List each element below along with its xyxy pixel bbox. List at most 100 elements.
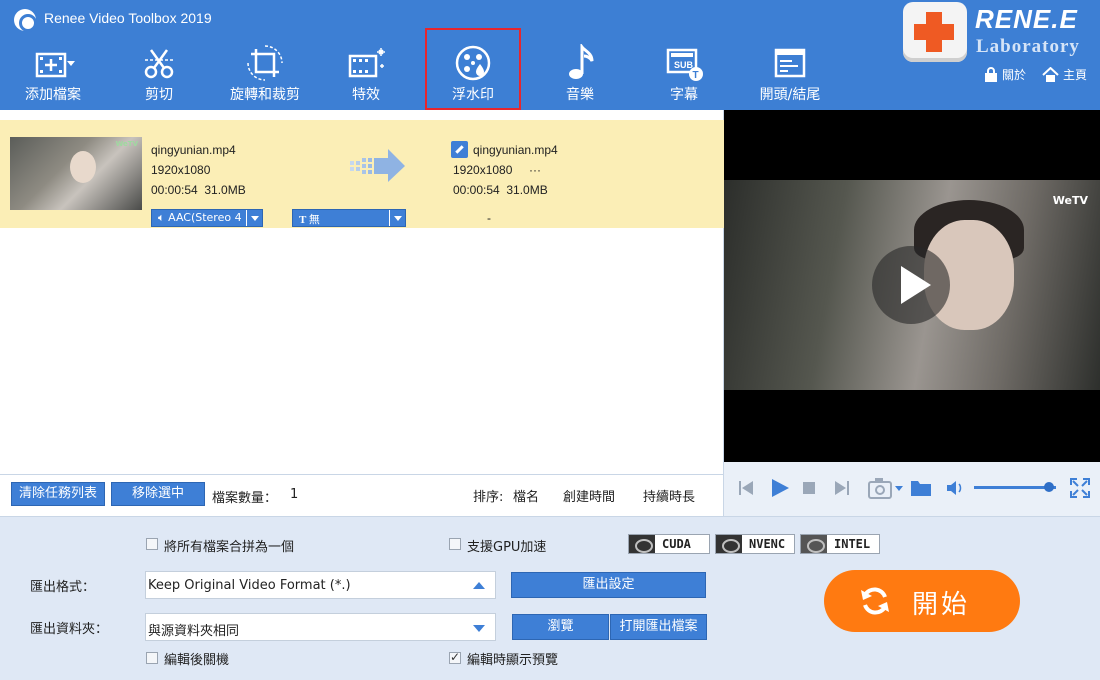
toolbar-label: 浮水印 bbox=[452, 87, 494, 103]
effects-film-icon bbox=[348, 48, 385, 78]
crop-rotate-icon bbox=[247, 45, 283, 81]
about-link[interactable]: 關於 bbox=[984, 66, 1026, 83]
file-count-label: 檔案數量： bbox=[212, 491, 278, 506]
refresh-icon bbox=[861, 587, 889, 615]
text-t-icon: T bbox=[299, 214, 309, 226]
volume-slider-handle[interactable] bbox=[1044, 482, 1055, 492]
nvidia-icon bbox=[716, 535, 742, 553]
source-file-name: qingyunian.mp4 bbox=[151, 143, 236, 157]
volume-icon[interactable] bbox=[946, 480, 964, 496]
toolbar-music[interactable]: 音樂 bbox=[552, 44, 608, 108]
toolbar-label: 添加檔案 bbox=[25, 87, 81, 103]
show-preview-checkbox[interactable] bbox=[449, 650, 461, 664]
chevron-down-icon bbox=[246, 210, 262, 226]
thumbnail-watermark: WeTV bbox=[115, 140, 138, 148]
shutdown-after-checkbox[interactable] bbox=[146, 652, 158, 664]
app-title: Renee Video Toolbox 2019 bbox=[44, 10, 212, 26]
video-preview: WeTV bbox=[724, 110, 1100, 462]
toolbar-cut[interactable]: 剪切 bbox=[124, 44, 194, 108]
brand-name: RENE.E bbox=[975, 4, 1078, 34]
play-overlay-button[interactable] bbox=[872, 246, 950, 324]
watermark-icon bbox=[455, 45, 491, 81]
more-options-button[interactable]: ··· bbox=[529, 163, 541, 177]
export-settings-button[interactable]: 匯出設定 bbox=[511, 572, 706, 598]
sort-by-duration[interactable]: 持續時長 bbox=[643, 486, 695, 505]
snapshot-camera-icon[interactable] bbox=[868, 477, 904, 499]
toolbar-label: 開頭/結尾 bbox=[759, 87, 821, 103]
clear-task-list-button[interactable]: 清除任務列表 bbox=[11, 482, 105, 506]
convert-arrow-icon bbox=[350, 149, 405, 182]
chevron-down-icon bbox=[389, 210, 405, 226]
task-list: WeTV qingyunian.mp4 1920x1080 00:00:54 3… bbox=[0, 110, 724, 474]
svg-text:SUB: SUB bbox=[674, 60, 694, 70]
skip-back-icon[interactable] bbox=[738, 480, 754, 496]
brand-logo-icon bbox=[903, 2, 967, 62]
intro-outro-icon bbox=[774, 48, 806, 78]
merge-files-label: 將所有檔案合拼為一個 bbox=[164, 540, 295, 555]
merge-files-checkbox[interactable] bbox=[146, 538, 158, 550]
file-count-value: 1 bbox=[290, 487, 299, 502]
export-folder-label: 匯出資料夾： bbox=[30, 622, 109, 637]
nvenc-badge: NVENC bbox=[715, 534, 795, 554]
svg-text:T: T bbox=[693, 70, 699, 81]
open-export-folder-button[interactable]: 打開匯出檔案 bbox=[610, 614, 707, 640]
skip-forward-icon[interactable] bbox=[834, 480, 850, 496]
play-icon[interactable] bbox=[770, 478, 790, 498]
output-dash: - bbox=[487, 211, 491, 225]
video-watermark: WeTV bbox=[1052, 194, 1088, 207]
toolbar-add-file[interactable]: 添加檔案 bbox=[14, 44, 92, 108]
toolbar-crop-rotate[interactable]: 旋轉和裁剪 bbox=[222, 44, 308, 108]
open-folder-icon[interactable] bbox=[910, 479, 932, 497]
intel-icon bbox=[801, 535, 827, 553]
stop-icon[interactable] bbox=[803, 482, 815, 494]
home-label: 主頁 bbox=[1063, 68, 1088, 82]
about-label: 關於 bbox=[1002, 68, 1027, 82]
audio-track-select[interactable]: 🔈︎ AAC(Stereo 4 bbox=[151, 209, 263, 227]
output-duration-size: 00:00:54 31.0MB bbox=[453, 183, 548, 197]
audio-track-text: AAC(Stereo 4 bbox=[168, 211, 242, 224]
output-resolution: 1920x1080 bbox=[453, 163, 513, 177]
nvidia-icon bbox=[629, 535, 655, 553]
sort-by-name[interactable]: 檔名 bbox=[513, 486, 539, 505]
sort-by-created[interactable]: 創建時間 bbox=[563, 486, 615, 505]
toolbar-label: 剪切 bbox=[145, 87, 173, 103]
header: Renee Video Toolbox 2019 添加檔案 剪切 旋轉和裁剪 特… bbox=[0, 0, 1100, 110]
speaker-icon: 🔈︎ bbox=[158, 211, 169, 224]
toolbar-label: 特效 bbox=[352, 87, 380, 103]
toolbar-watermark[interactable]: 浮水印 bbox=[425, 28, 521, 110]
add-file-icon bbox=[35, 52, 75, 78]
toolbar-label: 字幕 bbox=[670, 87, 698, 103]
video-thumbnail: WeTV bbox=[10, 137, 142, 210]
cuda-badge: CUDA bbox=[628, 534, 710, 554]
shutdown-after-label: 編輯後關機 bbox=[164, 653, 230, 668]
subtitle-select[interactable]: T 無 bbox=[292, 209, 406, 227]
start-label: 開始 bbox=[912, 590, 971, 620]
export-folder-select[interactable]: 與源資料夾相同 bbox=[145, 613, 496, 641]
export-format-select[interactable]: Keep Original Video Format (*.) bbox=[145, 571, 496, 599]
subtitle-icon: SUB T bbox=[666, 48, 703, 81]
remove-selected-button[interactable]: 移除選中 bbox=[111, 482, 205, 506]
fullscreen-icon[interactable] bbox=[1070, 478, 1090, 498]
home-icon bbox=[1042, 66, 1059, 82]
gpu-accel-checkbox[interactable] bbox=[449, 538, 461, 550]
export-folder-value: 與源資料夾相同 bbox=[148, 624, 240, 639]
cuda-label: CUDA bbox=[662, 537, 691, 551]
sort-label: 排序: bbox=[473, 490, 504, 505]
task-row[interactable]: WeTV qingyunian.mp4 1920x1080 00:00:54 3… bbox=[0, 120, 724, 228]
toolbar-effects[interactable]: 特效 bbox=[336, 44, 396, 108]
home-link[interactable]: 主頁 bbox=[1042, 66, 1087, 83]
edit-output-icon[interactable] bbox=[451, 141, 468, 158]
chevron-down-icon bbox=[473, 625, 485, 632]
chevron-up-icon bbox=[473, 582, 485, 589]
player-controls bbox=[724, 462, 1100, 516]
audio-track-value: 🔈︎ AAC(Stereo 4 bbox=[158, 211, 242, 225]
toolbar-intro-outro[interactable]: 開頭/結尾 bbox=[752, 44, 828, 108]
export-format-value: Keep Original Video Format (*.) bbox=[148, 578, 351, 593]
scissors-icon bbox=[144, 49, 174, 79]
browse-button[interactable]: 瀏覽 bbox=[512, 614, 609, 640]
toolbar-subtitle[interactable]: SUB T 字幕 bbox=[656, 44, 712, 108]
music-note-icon bbox=[569, 44, 594, 79]
toolbar-label: 旋轉和裁剪 bbox=[230, 87, 300, 103]
start-button[interactable]: 開始 bbox=[824, 570, 1020, 632]
toolbar-label: 音樂 bbox=[566, 87, 594, 103]
